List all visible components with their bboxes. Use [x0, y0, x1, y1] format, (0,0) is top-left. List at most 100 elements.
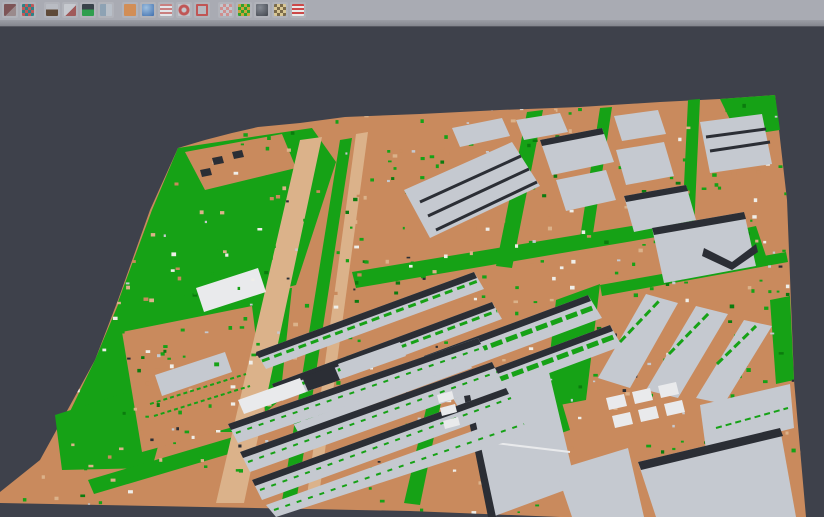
speckle-dot	[111, 479, 116, 482]
speckle-dot	[99, 501, 102, 504]
speckle-dot	[514, 301, 519, 304]
speckle-dot	[786, 285, 790, 289]
speckle-dot	[53, 389, 56, 393]
speckle-dot	[167, 358, 171, 360]
speckle-dot	[569, 112, 572, 115]
speckle-dot	[606, 279, 610, 282]
speckle-dot	[394, 167, 397, 170]
terrain-hill-icon	[82, 4, 94, 16]
speckle-dot	[795, 259, 797, 261]
terrain-hill-button[interactable]	[80, 2, 96, 18]
speckle-dot	[799, 219, 801, 222]
sand-texture-button[interactable]	[272, 2, 288, 18]
speckle-dot	[61, 346, 65, 350]
speckle-dot	[350, 227, 353, 229]
selection-brackets-button[interactable]	[194, 2, 210, 18]
orange-square-icon	[124, 4, 136, 16]
speckle-dot	[623, 389, 627, 392]
speckle-dot	[59, 357, 62, 361]
speckle-dot	[550, 299, 554, 301]
pink-grid-button[interactable]	[218, 2, 234, 18]
speckle-dot	[587, 235, 591, 238]
column-ruler-button[interactable]	[98, 2, 114, 18]
speckle-dot	[126, 286, 130, 290]
speckle-dot	[570, 286, 575, 290]
speckle-dot	[51, 139, 54, 142]
speckle-dot	[200, 437, 203, 440]
red-teal-checker-button[interactable]	[20, 2, 36, 18]
point-cloud-maroon-button[interactable]	[2, 2, 18, 18]
speckle-dot	[11, 419, 13, 421]
speckle-dot	[747, 110, 749, 112]
speckle-dot	[84, 216, 88, 219]
speckle-dot	[625, 392, 630, 395]
speckle-dot	[178, 277, 182, 281]
speckle-dot	[157, 354, 161, 357]
red-ring-button[interactable]	[176, 2, 192, 18]
speckle-dot	[805, 346, 808, 350]
speckle-dot	[784, 192, 787, 195]
speckle-dot	[257, 195, 260, 197]
speckle-dot	[506, 355, 510, 358]
speckle-dot	[155, 368, 160, 371]
speckle-dot	[132, 212, 137, 215]
speckle-dot	[98, 326, 102, 329]
speckle-dot	[808, 156, 813, 160]
speckle-dot	[762, 372, 766, 375]
speckle-dot	[533, 140, 538, 143]
globe-button[interactable]	[140, 2, 156, 18]
speckle-dot	[763, 380, 768, 383]
orange-square-button[interactable]	[122, 2, 138, 18]
red-list-button[interactable]	[158, 2, 174, 18]
speckle-dot	[225, 254, 228, 257]
speckle-dot	[534, 301, 538, 303]
dark-sphere-button[interactable]	[254, 2, 270, 18]
speckle-dot	[98, 293, 101, 296]
speckle-dot	[250, 96, 253, 98]
speckle-dot	[792, 449, 796, 453]
speckle-dot	[351, 104, 354, 108]
speckle-dot	[334, 306, 339, 309]
speckle-dot	[807, 452, 809, 455]
terrain-svg[interactable]	[0, 27, 824, 517]
speckle-dot	[170, 364, 174, 368]
speckle-dot	[552, 110, 556, 113]
speckle-dot	[88, 465, 93, 468]
speckle-dot	[571, 399, 573, 402]
scatter-points-button[interactable]	[62, 2, 78, 18]
speckle-dot	[80, 495, 85, 498]
speckle-dot	[247, 123, 251, 125]
viewport-3d[interactable]	[0, 27, 824, 517]
speckle-dot	[672, 425, 675, 428]
speckle-dot	[305, 304, 309, 308]
speckle-dot	[213, 399, 217, 402]
speckle-dot	[515, 286, 519, 289]
speckle-dot	[548, 227, 552, 231]
red-stripe-flag-button[interactable]	[290, 2, 306, 18]
speckle-dot	[752, 215, 756, 218]
speckle-dot	[276, 195, 280, 199]
speckle-dot	[411, 262, 414, 264]
speckle-dot	[10, 121, 15, 124]
speckle-dot	[248, 113, 252, 117]
speckle-dot	[786, 432, 789, 435]
speckle-dot	[220, 211, 224, 214]
speckle-dot	[482, 275, 486, 278]
speckle-dot	[62, 210, 66, 213]
speckle-dot	[192, 436, 195, 439]
speckle-dot	[353, 289, 355, 291]
speckle-dot	[534, 166, 537, 169]
speckle-dot	[793, 98, 796, 100]
speckle-dot	[27, 383, 31, 387]
speckle-dot	[467, 122, 470, 124]
speckle-dot	[579, 385, 583, 388]
speckle-dot	[642, 244, 645, 246]
classified-map-button[interactable]	[236, 2, 252, 18]
speckle-dot	[502, 359, 505, 361]
speckle-dot	[113, 317, 118, 320]
speckle-dot	[728, 320, 732, 323]
speckle-dot	[763, 241, 766, 244]
mountain-button[interactable]	[44, 2, 60, 18]
speckle-dot	[145, 416, 149, 418]
speckle-dot	[420, 509, 423, 512]
